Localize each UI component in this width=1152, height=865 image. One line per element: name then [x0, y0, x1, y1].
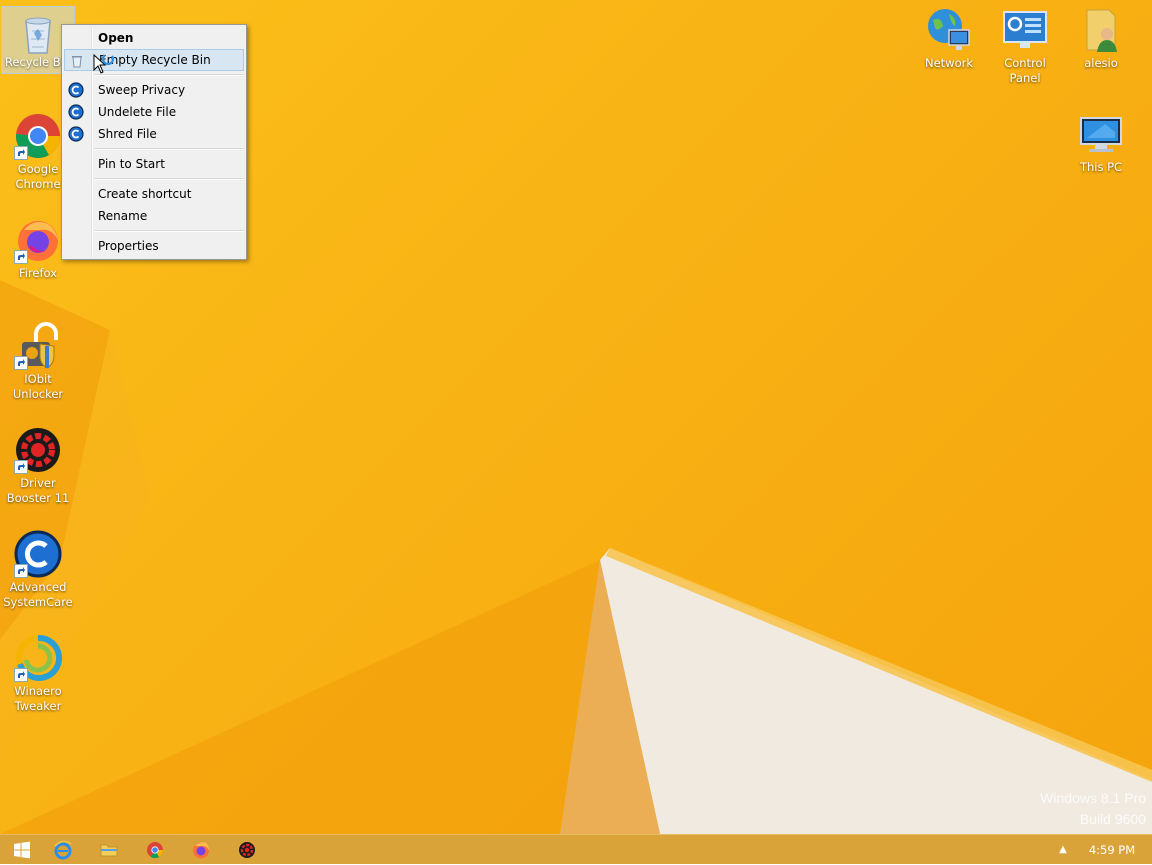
- desktop-icon-network[interactable]: Network: [912, 2, 986, 71]
- menu-separator: [94, 148, 244, 150]
- windows-logo-icon: [14, 841, 30, 859]
- shortcut-arrow-icon: [14, 250, 28, 264]
- shortcut-arrow-icon: [14, 356, 28, 370]
- desktop-icon-label: Driver Booster 11: [6, 476, 70, 505]
- desktop-icon-label: This PC: [1079, 160, 1123, 174]
- taskbar-internet-explorer[interactable]: [41, 835, 85, 865]
- advanced-systemcare-icon: [68, 82, 84, 98]
- desktop-icon-advanced-systemcare[interactable]: Advanced SystemCare: [1, 526, 75, 610]
- taskbar: ▲ 4:59 PM: [0, 834, 1152, 864]
- shortcut-arrow-icon: [14, 668, 28, 682]
- desktop-icon-label: Advanced SystemCare: [3, 580, 73, 609]
- taskbar-google-chrome[interactable]: [133, 835, 177, 865]
- desktop-icon-label: Control Panel: [1004, 56, 1046, 85]
- taskbar-file-explorer[interactable]: [87, 835, 131, 865]
- desktop-icon-label: Winaero Tweaker: [14, 684, 62, 713]
- desktop-icon-iobit-unlocker[interactable]: IObit Unlocker: [1, 318, 75, 402]
- advanced-systemcare-icon: [14, 530, 62, 578]
- advanced-systemcare-icon: [68, 104, 84, 120]
- shortcut-arrow-icon: [14, 460, 28, 474]
- menu-item-label: Shred File: [98, 127, 157, 141]
- network-icon: [925, 6, 973, 54]
- menu-item-empty-recycle-bin[interactable]: Empty Recycle Bin: [64, 49, 244, 71]
- menu-item-label: Create shortcut: [98, 187, 192, 201]
- watermark-edition: Windows 8.1 Pro: [1040, 790, 1146, 806]
- menu-item-open[interactable]: Open: [64, 27, 244, 49]
- winaero-tweaker-icon: [14, 634, 62, 682]
- driver-booster-icon: [14, 426, 62, 474]
- desktop-icon-winaero-tweaker[interactable]: Winaero Tweaker: [1, 630, 75, 714]
- desktop-icon-label: alesio: [1084, 56, 1118, 70]
- internet-explorer-icon: [54, 840, 72, 860]
- desktop-icon-driver-booster[interactable]: Driver Booster 11: [1, 422, 75, 506]
- menu-item-properties[interactable]: Properties: [64, 235, 244, 257]
- menu-item-label: Rename: [98, 209, 148, 223]
- recycle-bin-icon: [69, 53, 85, 69]
- desktop-icon-label: IObit Unlocker: [12, 372, 64, 401]
- folder-icon: [100, 844, 118, 857]
- taskbar-firefox[interactable]: [179, 835, 223, 865]
- desktop-icon-control-panel[interactable]: Control Panel: [988, 2, 1062, 86]
- desktop-icon-label: Network: [924, 56, 974, 70]
- unlocker-icon: [14, 322, 62, 370]
- menu-item-pin-to-start[interactable]: Pin to Start: [64, 153, 244, 175]
- menu-item-create-shortcut[interactable]: Create shortcut: [64, 183, 244, 205]
- driver-booster-icon: [239, 842, 255, 858]
- context-menu: Open Empty Recycle Bin Sweep Privacy Und…: [61, 24, 247, 260]
- desktop-icon-label: Firefox: [18, 266, 58, 280]
- mouse-cursor-icon: [93, 54, 115, 74]
- chrome-icon: [147, 842, 164, 859]
- desktop[interactable]: Recycle Bin Google Chrome Firefox IObit …: [0, 0, 1152, 834]
- start-button[interactable]: [0, 835, 44, 865]
- menu-item-rename[interactable]: Rename: [64, 205, 244, 227]
- menu-item-undelete-file[interactable]: Undelete File: [64, 101, 244, 123]
- show-hidden-icons-button[interactable]: ▲: [1055, 842, 1071, 858]
- shortcut-arrow-icon: [14, 146, 28, 160]
- menu-item-label: Open: [98, 31, 134, 45]
- firefox-icon: [193, 842, 209, 859]
- watermark-build: Build 9600: [1079, 811, 1146, 827]
- desktop-icon-this-pc[interactable]: This PC: [1064, 106, 1138, 175]
- taskbar-driver-booster[interactable]: [225, 835, 269, 865]
- desktop-icon-alesio[interactable]: alesio: [1064, 2, 1138, 71]
- menu-item-sweep-privacy[interactable]: Sweep Privacy: [64, 79, 244, 101]
- menu-item-label: Sweep Privacy: [98, 83, 186, 97]
- advanced-systemcare-icon: [68, 126, 84, 142]
- taskbar-clock[interactable]: 4:59 PM: [1082, 835, 1142, 865]
- control-panel-icon: [1001, 6, 1049, 54]
- menu-item-label: Pin to Start: [98, 157, 165, 171]
- windows-watermark: Windows 8.1 Pro Build 9600: [1040, 788, 1146, 830]
- menu-item-label: Undelete File: [98, 105, 177, 119]
- computer-icon: [1077, 110, 1125, 158]
- menu-item-label: Properties: [98, 239, 159, 253]
- shortcut-arrow-icon: [14, 564, 28, 578]
- user-folder-icon: [1077, 6, 1125, 54]
- menu-separator: [94, 178, 244, 180]
- menu-separator: [94, 230, 244, 232]
- chrome-icon: [14, 112, 62, 160]
- menu-item-shred-file[interactable]: Shred File: [64, 123, 244, 145]
- recycle-bin-icon: [14, 9, 62, 57]
- firefox-icon: [14, 216, 62, 264]
